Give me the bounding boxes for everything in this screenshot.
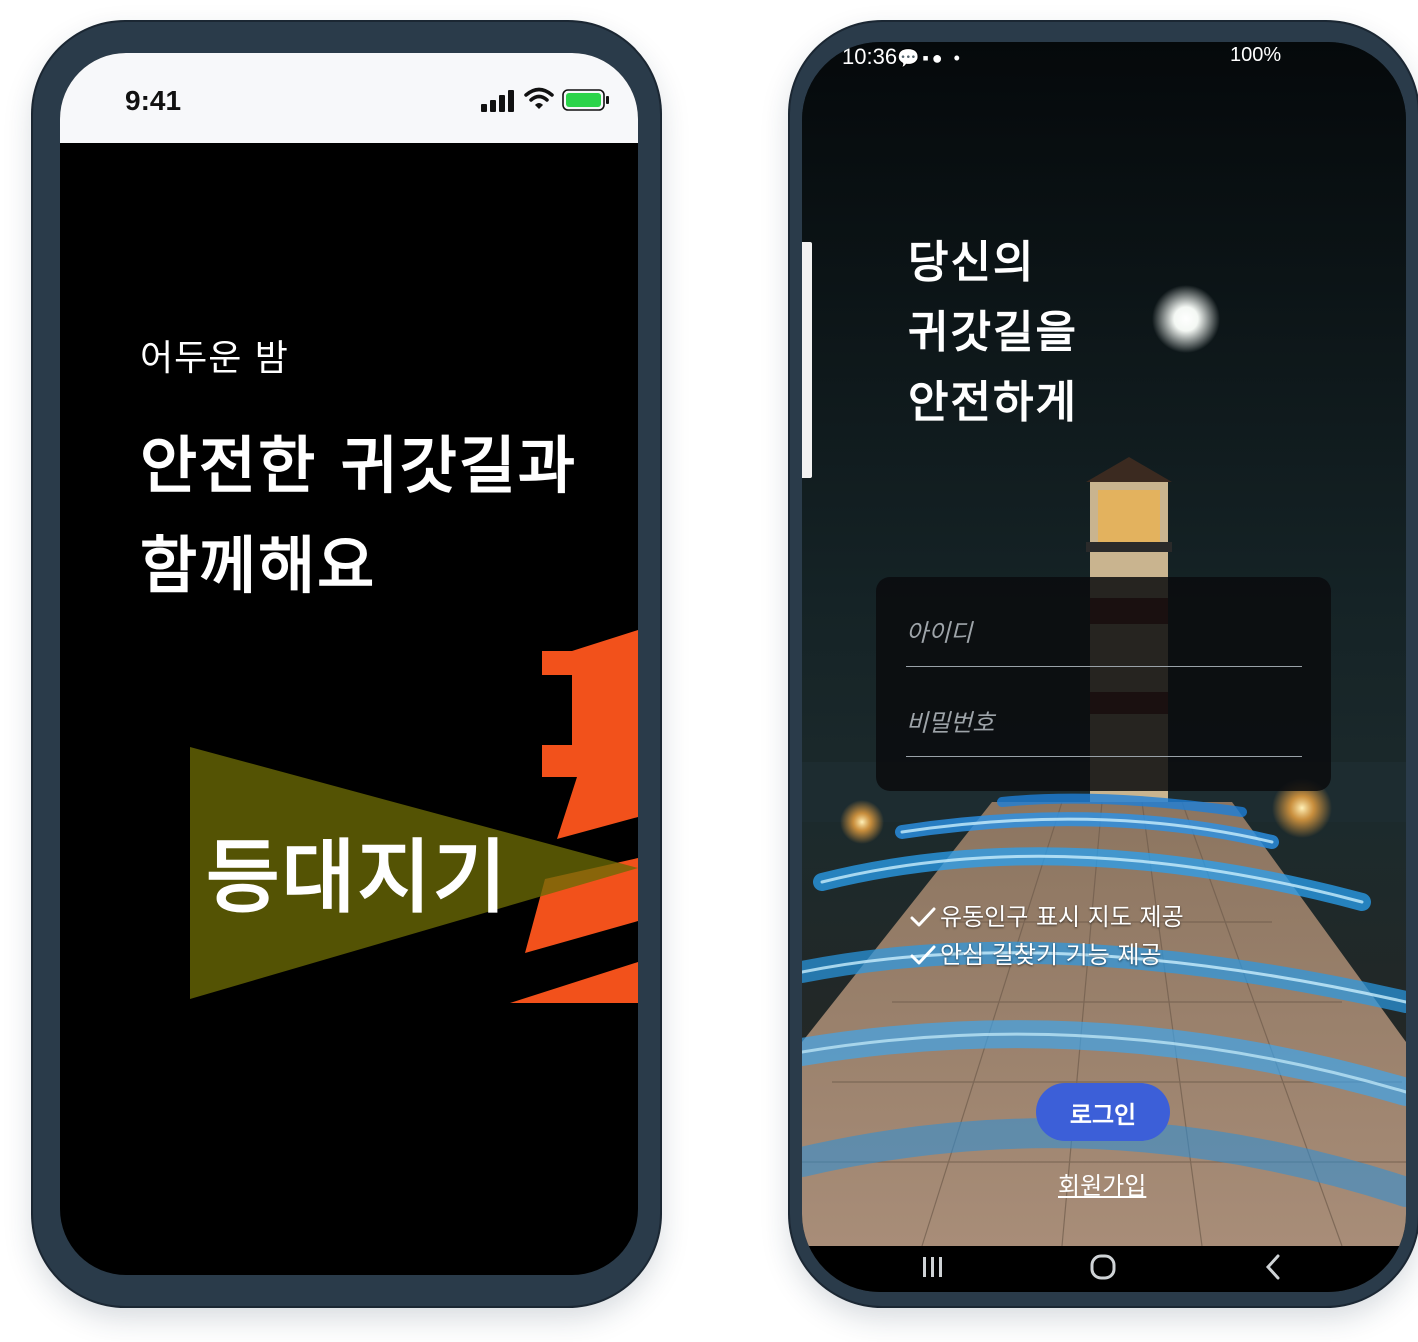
splash-screen: 9:41 어두운 밤 안전한 귀갓길과 함께해요 등대지기: [60, 53, 638, 1275]
login-screen: 10:36 💬▪● • 100% 당신의 귀갓길을 안전하게 아이디 비밀번호 …: [802, 42, 1406, 1292]
side-button: [802, 242, 812, 478]
notification-icons: 💬▪● •: [897, 48, 963, 68]
phone-mockup-right: 10:36 💬▪● • 100% 당신의 귀갓길을 안전하게 아이디 비밀번호 …: [790, 22, 1418, 1306]
hero-line-2: 귀갓길을: [908, 307, 1078, 358]
feature-text: 안심 길찾기 기능 제공: [940, 941, 1162, 969]
battery-percent: 100%: [1230, 44, 1282, 66]
lighthouse-logo-illustration: [190, 630, 638, 1003]
login-button[interactable]: 로그인: [1036, 1083, 1170, 1141]
id-input-placeholder: 아이디: [906, 619, 973, 647]
hero-line-1: 당신의: [908, 237, 1036, 288]
password-input-placeholder: 비밀번호: [906, 709, 995, 737]
checkmark-icon: [910, 907, 936, 927]
hero-headline: 당신의 귀갓길을 안전하게: [908, 228, 1078, 438]
recent-apps-icon[interactable]: [918, 1252, 948, 1282]
brand-logo-text: 등대지기: [206, 831, 509, 924]
signup-link[interactable]: 회원가입: [1058, 1166, 1146, 1201]
feature-item: 안심 길찾기 기능 제공: [910, 936, 1184, 974]
feature-text: 유동인구 표시 지도 제공: [940, 903, 1184, 931]
phone-mockup-left: 9:41 어두운 밤 안전한 귀갓길과 함께해요 등대지기: [33, 22, 660, 1306]
password-input[interactable]: 비밀번호: [906, 703, 1302, 757]
home-icon[interactable]: [1088, 1252, 1118, 1282]
checkmark-icon: [910, 945, 936, 965]
back-icon[interactable]: [1258, 1252, 1288, 1282]
id-input[interactable]: 아이디: [906, 613, 1302, 667]
login-form-card: 아이디 비밀번호: [876, 577, 1331, 791]
feature-item: 유동인구 표시 지도 제공: [910, 898, 1184, 936]
status-bar: 10:36 💬▪● • 100%: [802, 42, 1406, 76]
status-time: 10:36: [842, 44, 898, 69]
hero-line-3: 안전하게: [908, 377, 1078, 428]
android-nav-bar: [802, 1246, 1406, 1292]
feature-list: 유동인구 표시 지도 제공 안심 길찾기 기능 제공: [910, 898, 1184, 974]
